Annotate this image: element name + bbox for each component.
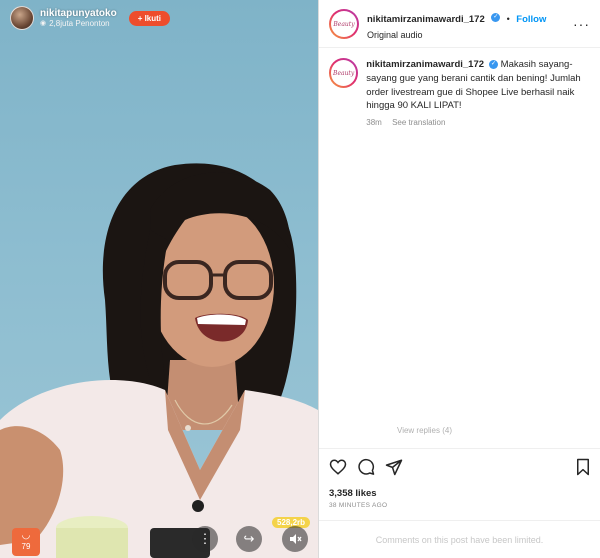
caption-body: nikitamirzanimawardi_172 ✓ Makasih sayang…	[366, 58, 590, 129]
host-avatar[interactable]	[10, 6, 34, 30]
mute-button[interactable]	[282, 526, 308, 552]
host-meta: nikitapunyatoko ◉ 2,8juta Penonton	[40, 8, 117, 29]
verified-badge-icon: ✓	[489, 59, 499, 69]
more-options-icon[interactable]: ···	[573, 16, 590, 32]
comment-icon[interactable]	[357, 458, 375, 476]
comments-limited-notice: Comments on this post have been limited.	[375, 535, 544, 545]
follow-button[interactable]: Follow	[516, 14, 546, 25]
post-header-meta: nikitamirzanimawardi_172 ✓ • Follow Orig…	[367, 7, 546, 41]
viewer-count: ◉ 2,8juta Penonton	[40, 18, 117, 29]
author-avatar[interactable]: Beauty	[329, 9, 359, 39]
post-caption: Beauty nikitamirzanimawardi_172 ✓ Makasih…	[329, 58, 590, 129]
actions-divider	[319, 448, 600, 449]
shopping-bag-icon: ◡	[21, 530, 31, 541]
bookmark-icon[interactable]	[574, 458, 592, 476]
post-header: Beauty nikitamirzanimawardi_172 ✓ • Foll…	[329, 8, 590, 40]
host-name[interactable]: nikitapunyatoko	[40, 8, 117, 19]
see-translation-link[interactable]: See translation	[392, 118, 445, 127]
view-replies-link[interactable]: View replies (4)	[397, 426, 452, 435]
vertical-more-icon: ⋮	[198, 531, 212, 546]
send-icon[interactable]	[385, 458, 403, 476]
share-arrow-icon: ↪	[243, 531, 255, 546]
likes-count[interactable]: 3,358 likes	[329, 488, 377, 499]
author-username[interactable]: nikitamirzanimawardi_172	[367, 14, 485, 25]
action-bar	[329, 456, 592, 478]
video-frame-illustration	[0, 163, 318, 558]
separator-dot: •	[506, 14, 510, 25]
caption-meta: 38m See translation	[366, 117, 590, 129]
viewer-count-label: 2,8juta Penonton	[49, 18, 110, 28]
caption-username[interactable]: nikitamirzanimawardi_172	[366, 59, 484, 70]
header-divider	[319, 47, 600, 48]
shopping-bag-button[interactable]: ◡ 79	[12, 528, 40, 556]
footer-divider	[319, 520, 600, 521]
video-more-button[interactable]: ⋮	[192, 526, 218, 552]
author-avatar-logo: Beauty	[331, 11, 357, 37]
caption-age: 38m	[366, 118, 382, 128]
viewers-icon: ◉	[40, 20, 47, 28]
heart-icon[interactable]	[329, 458, 347, 476]
post-timestamp: 38 MINUTES AGO	[329, 502, 388, 509]
speaker-muted-icon	[290, 534, 302, 544]
audio-label[interactable]: Original audio	[367, 29, 546, 41]
post-panel: Beauty nikitamirzanimawardi_172 ✓ • Foll…	[318, 0, 600, 558]
video-share-button[interactable]: ↪	[236, 526, 262, 552]
live-video[interactable]: nikitapunyatoko ◉ 2,8juta Penonton + Iku…	[0, 0, 318, 558]
caption-avatar-logo: Beauty	[331, 60, 357, 86]
caption-avatar[interactable]: Beauty	[329, 58, 359, 88]
verified-badge-icon: ✓	[491, 13, 501, 23]
live-header: nikitapunyatoko ◉ 2,8juta Penonton + Iku…	[10, 6, 171, 30]
live-follow-button[interactable]: + Ikuti	[128, 10, 171, 26]
cart-count: 79	[21, 542, 31, 551]
